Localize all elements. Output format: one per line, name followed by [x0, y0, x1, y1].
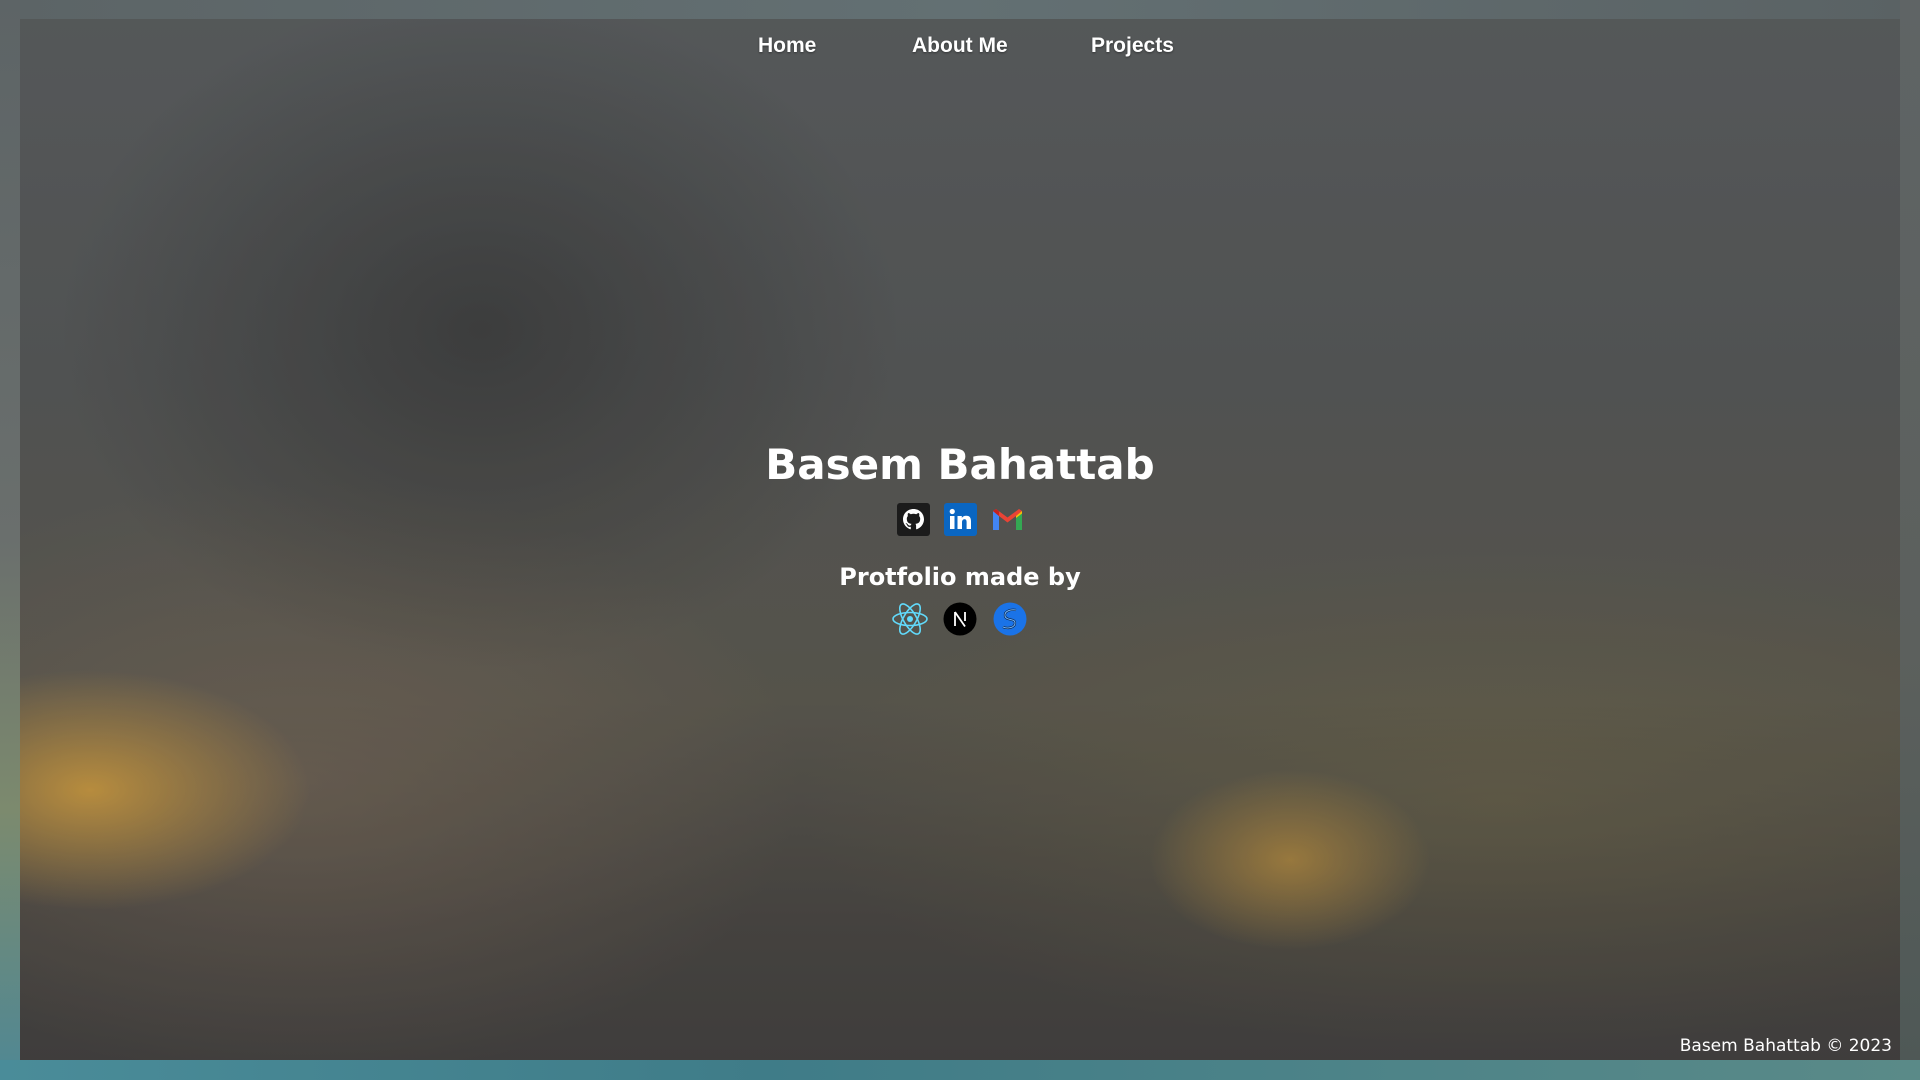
- linkedin-icon[interactable]: [943, 503, 977, 536]
- gmail-icon[interactable]: [991, 503, 1024, 536]
- nav-home[interactable]: Home: [758, 34, 816, 58]
- hero-section: Basem Bahattab Protfolio made by: [0, 440, 1920, 637]
- styled-icon: [991, 601, 1029, 637]
- github-icon[interactable]: [896, 503, 930, 536]
- nextjs-icon: [941, 601, 979, 637]
- footer-copyright: Basem Bahattab © 2023: [1679, 1036, 1892, 1056]
- tech-stack: [0, 601, 1920, 637]
- nav-projects[interactable]: Projects: [1091, 34, 1174, 58]
- social-links: [0, 503, 1920, 537]
- background-edge-bottom: [0, 1060, 1920, 1080]
- made-by-label: Protfolio made by: [839, 563, 1081, 591]
- page-title: Basem Bahattab: [765, 440, 1155, 489]
- nav-about-me[interactable]: About Me: [912, 34, 1008, 58]
- background-edge-top: [0, 0, 1920, 19]
- react-icon: [891, 601, 929, 637]
